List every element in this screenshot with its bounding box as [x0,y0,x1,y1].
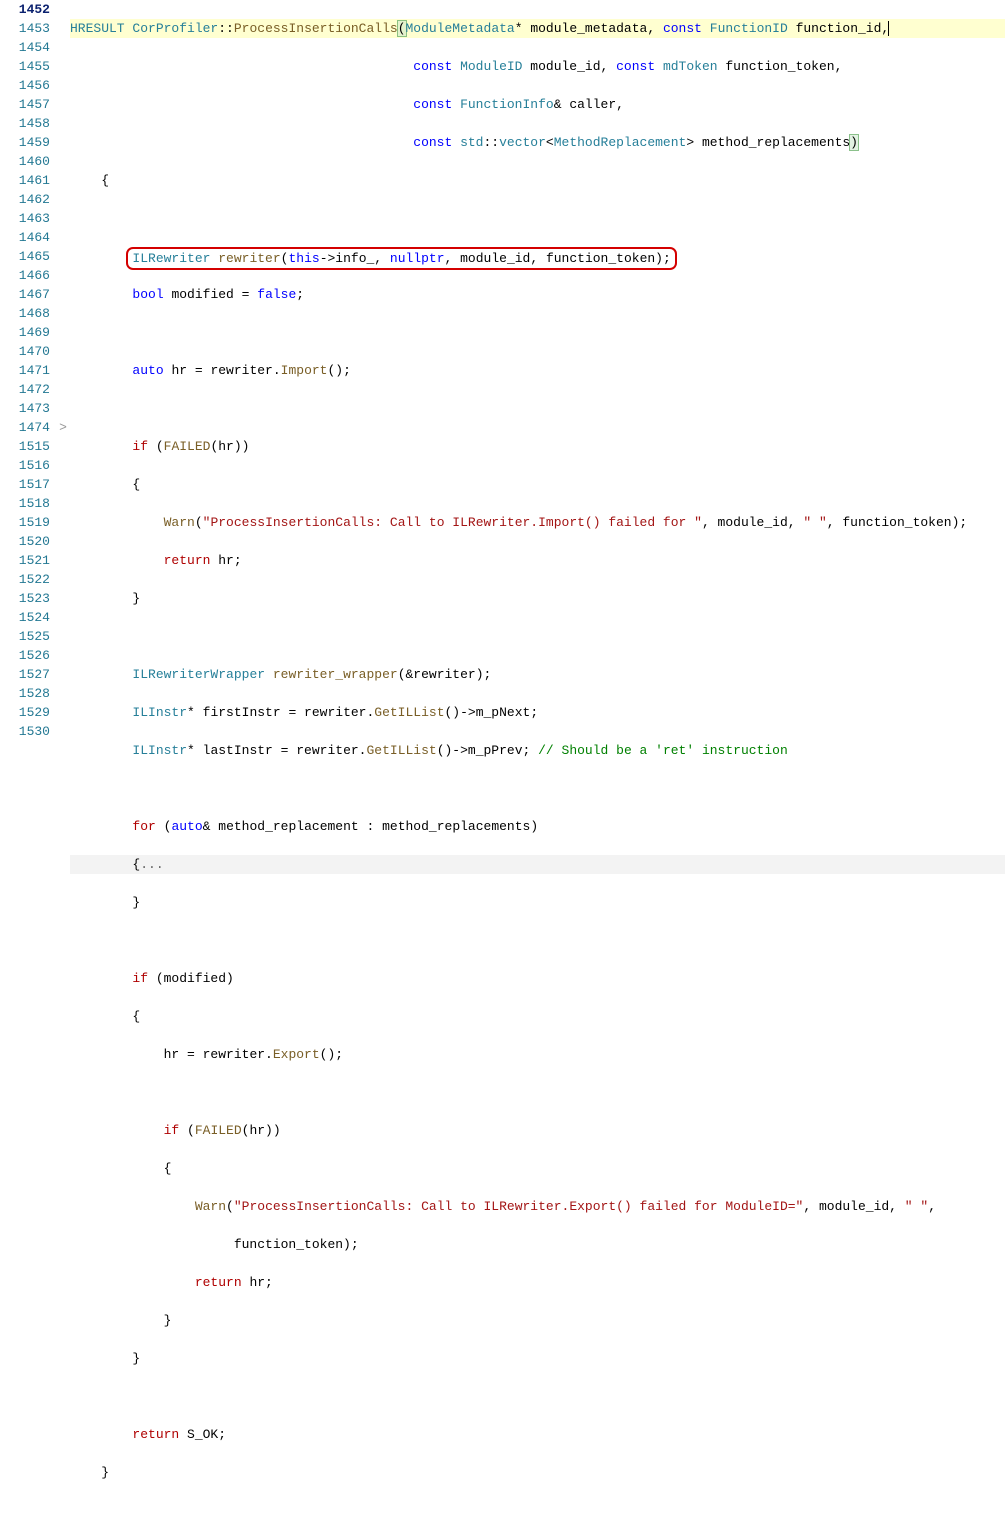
line-number[interactable]: 1462 [0,190,50,209]
code-line[interactable] [70,209,1005,228]
line-number[interactable]: 1526 [0,646,50,665]
line-number[interactable]: 1473 [0,399,50,418]
line-number[interactable]: 1520 [0,532,50,551]
code-line[interactable]: hr = rewriter.Export(); [70,1045,1005,1064]
line-number [0,741,50,760]
code-line[interactable] [70,1387,1005,1406]
line-number-gutter: 1452 1453 1454 1455 1456 1457 1458 1459 … [0,0,56,1514]
line-number[interactable]: 1524 [0,608,50,627]
line-number[interactable]: 1515 [0,437,50,456]
code-line[interactable]: return hr; [70,551,1005,570]
line-number[interactable]: 1468 [0,304,50,323]
code-line[interactable] [70,399,1005,418]
code-line[interactable]: } [70,1311,1005,1330]
line-number[interactable]: 1529 [0,703,50,722]
code-line[interactable]: ILInstr* lastInstr = rewriter.GetILList(… [70,741,1005,760]
code-line[interactable]: { [70,1007,1005,1026]
line-number[interactable]: 1452 [0,0,50,19]
line-number[interactable]: 1459 [0,133,50,152]
code-line-folded[interactable]: {... [70,855,1005,874]
code-line[interactable]: } [70,589,1005,608]
code-editor[interactable]: 1452 1453 1454 1455 1456 1457 1458 1459 … [0,0,1005,1514]
code-line[interactable]: { [70,475,1005,494]
line-number[interactable]: 1470 [0,342,50,361]
code-line[interactable] [70,1501,1005,1514]
code-line[interactable]: for (auto& method_replacement : method_r… [70,817,1005,836]
code-line[interactable]: } [70,1349,1005,1368]
code-line[interactable] [70,931,1005,950]
code-line[interactable]: if (FAILED(hr)) [70,1121,1005,1140]
line-number[interactable]: 1464 [0,228,50,247]
code-line[interactable] [70,779,1005,798]
line-number[interactable]: 1467 [0,285,50,304]
fold-expand-icon[interactable]: > [56,418,70,437]
line-number[interactable]: 1522 [0,570,50,589]
code-line[interactable]: if (FAILED(hr)) [70,437,1005,456]
line-number[interactable]: 1517 [0,475,50,494]
line-number[interactable]: 1471 [0,361,50,380]
code-line[interactable] [70,323,1005,342]
code-line[interactable]: const FunctionInfo& caller, [70,95,1005,114]
code-line[interactable]: return S_OK; [70,1425,1005,1444]
code-line[interactable]: HRESULT CorProfiler::ProcessInsertionCal… [70,19,1005,38]
line-number[interactable]: 1528 [0,684,50,703]
line-number[interactable]: 1455 [0,57,50,76]
code-line[interactable]: Warn("ProcessInsertionCalls: Call to ILR… [70,1197,1005,1216]
code-line[interactable]: } [70,893,1005,912]
line-number[interactable]: 1456 [0,76,50,95]
code-line[interactable]: { [70,171,1005,190]
fold-ellipsis-icon[interactable]: ... [140,857,163,872]
code-line[interactable]: } [70,1463,1005,1482]
line-number[interactable]: 1523 [0,589,50,608]
line-number[interactable]: 1466 [0,266,50,285]
line-number[interactable]: 1530 [0,722,50,741]
line-number[interactable]: 1457 [0,95,50,114]
code-line[interactable]: const ModuleID module_id, const mdToken … [70,57,1005,76]
line-number[interactable]: 1525 [0,627,50,646]
code-line[interactable] [70,627,1005,646]
code-line[interactable]: { [70,1159,1005,1178]
line-number[interactable]: 1453 [0,19,50,38]
fold-column: > [56,0,70,1514]
line-number[interactable]: 1461 [0,171,50,190]
line-number[interactable]: 1518 [0,494,50,513]
line-number[interactable]: 1458 [0,114,50,133]
line-number[interactable]: 1463 [0,209,50,228]
code-area[interactable]: HRESULT CorProfiler::ProcessInsertionCal… [70,0,1005,1514]
line-number[interactable]: 1521 [0,551,50,570]
code-line[interactable] [70,1083,1005,1102]
code-line[interactable]: return hr; [70,1273,1005,1292]
line-number[interactable]: 1474 [0,418,50,437]
code-line[interactable]: function_token); [70,1235,1005,1254]
code-line[interactable]: bool modified = false; [70,285,1005,304]
code-line[interactable]: if (modified) [70,969,1005,988]
line-number[interactable]: 1472 [0,380,50,399]
code-line[interactable]: ILInstr* firstInstr = rewriter.GetILList… [70,703,1005,722]
code-line[interactable]: ILRewriter rewriter(this->info_, nullptr… [70,247,1005,266]
line-number[interactable]: 1454 [0,38,50,57]
code-line[interactable]: auto hr = rewriter.Import(); [70,361,1005,380]
code-line[interactable]: Warn("ProcessInsertionCalls: Call to ILR… [70,513,1005,532]
line-number[interactable]: 1460 [0,152,50,171]
code-line[interactable]: const std::vector<MethodReplacement> met… [70,133,1005,152]
line-number[interactable]: 1519 [0,513,50,532]
line-number[interactable]: 1527 [0,665,50,684]
code-line[interactable]: ILRewriterWrapper rewriter_wrapper(&rewr… [70,665,1005,684]
line-number[interactable]: 1469 [0,323,50,342]
line-number[interactable]: 1516 [0,456,50,475]
line-number[interactable]: 1465 [0,247,50,266]
highlighted-expression: ILRewriter rewriter(this->info_, nullptr… [126,247,676,270]
